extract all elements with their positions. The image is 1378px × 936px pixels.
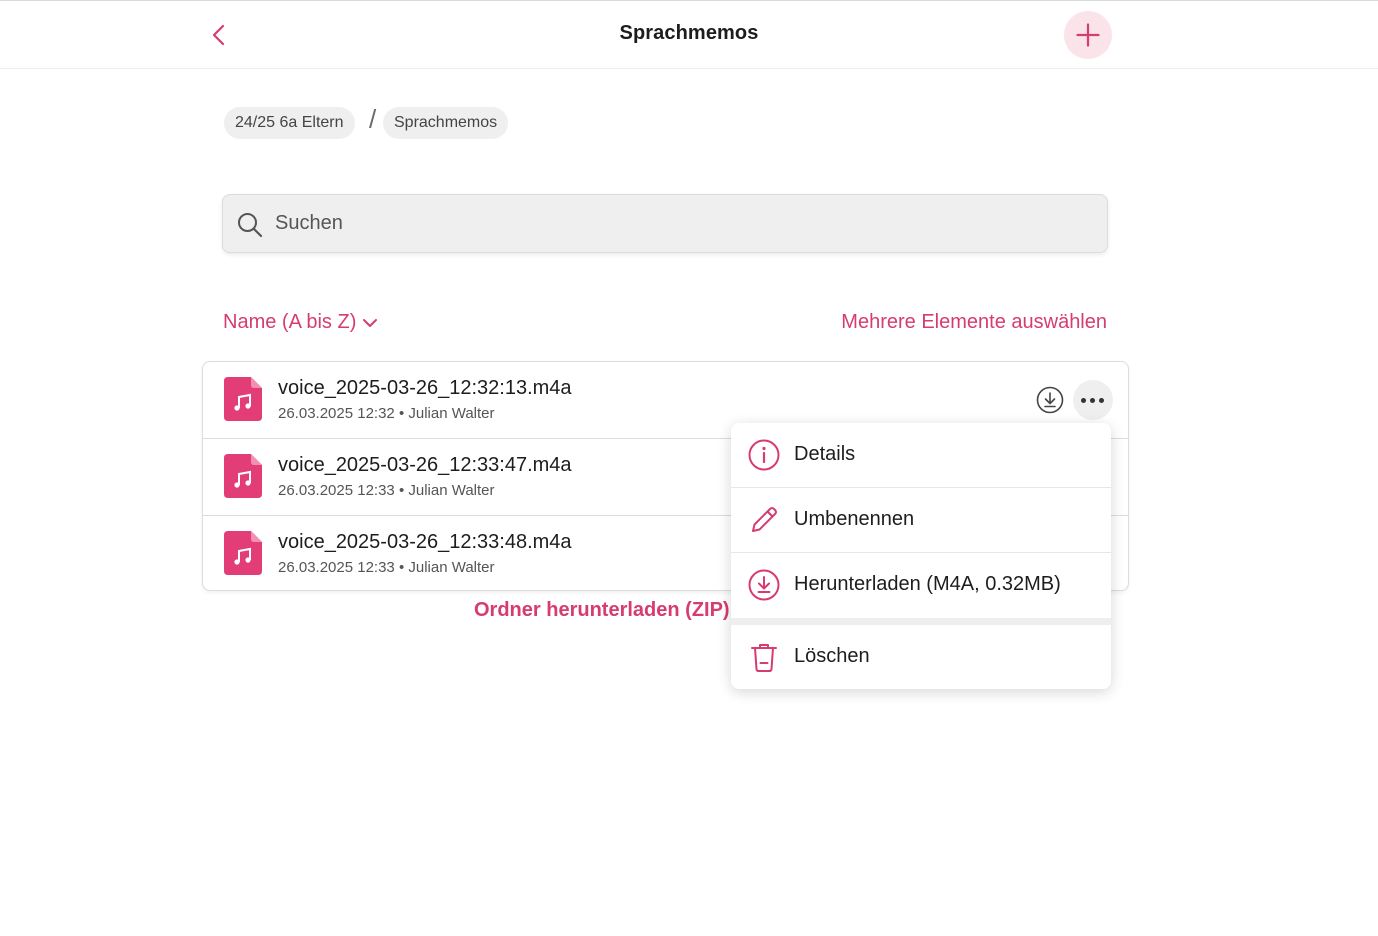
- search-icon: [238, 213, 263, 238]
- pencil-icon: [752, 507, 777, 532]
- row-download-button[interactable]: [1036, 386, 1064, 414]
- dot-icon: [1081, 398, 1086, 403]
- menu-item-label: Umbenennen: [794, 508, 915, 530]
- dot-icon: [1099, 398, 1104, 403]
- select-multiple-button[interactable]: Mehrere Elemente auswählen: [841, 311, 1107, 334]
- sort-label: Name (A bis Z): [223, 311, 357, 333]
- search-box: [222, 194, 1108, 253]
- menu-item-delete[interactable]: Löschen: [731, 625, 1111, 689]
- audio-file-icon: [224, 454, 262, 498]
- file-meta: 26.03.2025 12:33 • Julian Walter: [278, 559, 495, 576]
- app-header: Sprachmemos: [0, 1, 1378, 69]
- download-folder-zip-link[interactable]: Ordner herunterladen (ZIP): [474, 599, 730, 622]
- download-icon: [748, 569, 780, 601]
- menu-item-label: Herunterladen (M4A, 0.32MB): [794, 573, 1061, 595]
- menu-item-details[interactable]: Details: [731, 423, 1111, 487]
- sort-dropdown[interactable]: Name (A bis Z): [223, 311, 378, 334]
- plus-icon: [1076, 23, 1100, 47]
- chevron-down-icon: [363, 318, 378, 327]
- trash-icon: [751, 644, 777, 672]
- info-icon: [748, 439, 780, 471]
- add-button[interactable]: [1064, 11, 1112, 59]
- page-title: Sprachmemos: [619, 22, 759, 44]
- file-name: voice_2025-03-26_12:33:47.m4a: [278, 454, 572, 476]
- dot-icon: [1090, 398, 1095, 403]
- menu-item-rename[interactable]: Umbenennen: [731, 488, 1111, 552]
- menu-group-separator: [731, 618, 1111, 625]
- file-name: voice_2025-03-26_12:33:48.m4a: [278, 531, 572, 553]
- download-circle-icon: [1036, 386, 1064, 414]
- breadcrumb-item-parent[interactable]: 24/25 6a Eltern: [224, 107, 355, 139]
- breadcrumb-separator: /: [369, 104, 377, 134]
- menu-item-label: Details: [794, 443, 856, 465]
- audio-file-icon: [224, 377, 262, 421]
- search-input[interactable]: [275, 195, 1095, 252]
- breadcrumb-item-current[interactable]: Sprachmemos: [383, 107, 509, 139]
- file-name: voice_2025-03-26_12:32:13.m4a: [278, 377, 572, 399]
- file-meta: 26.03.2025 12:32 • Julian Walter: [278, 405, 495, 422]
- menu-item-download[interactable]: Herunterladen (M4A, 0.32MB): [731, 553, 1111, 617]
- menu-item-label: Löschen: [794, 645, 870, 667]
- file-meta: 26.03.2025 12:33 • Julian Walter: [278, 482, 495, 499]
- more-options-button[interactable]: [1073, 380, 1113, 420]
- audio-file-icon: [224, 531, 262, 575]
- context-menu: Details Umbenennen Herunterladen (M4A, 0…: [731, 423, 1111, 689]
